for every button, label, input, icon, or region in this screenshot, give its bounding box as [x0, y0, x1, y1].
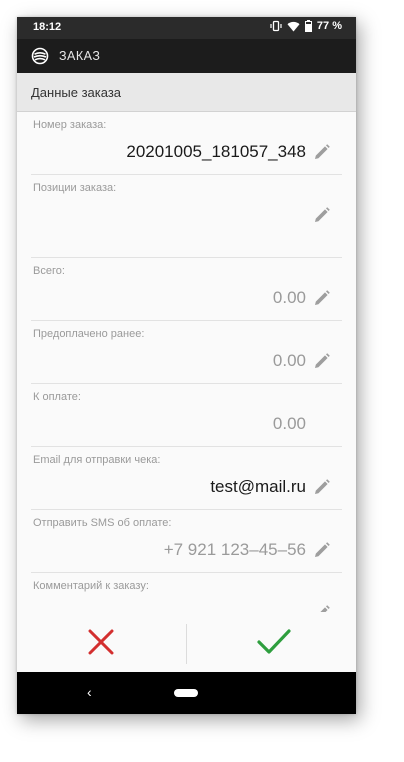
field-label: Отправить SMS об оплате: — [33, 517, 172, 529]
field-label: Всего: — [33, 265, 65, 277]
field-order-positions[interactable]: Позиции заказа: — [31, 175, 342, 258]
field-label: Позиции заказа: — [33, 182, 117, 194]
system-nav-bar: ‹ — [17, 672, 356, 714]
confirm-button[interactable] — [187, 612, 356, 672]
field-label: Комментарий к заказу: — [33, 580, 149, 592]
field-email[interactable]: Email для отправки чека: test@mail.ru — [31, 447, 342, 510]
field-prepaid[interactable]: Предоплачено ранее: 0.00 — [31, 321, 342, 384]
sberbank-logo-icon — [31, 47, 49, 70]
field-comment[interactable]: Комментарий к заказу: — [31, 573, 342, 612]
field-to-pay: К оплате: 0.00 — [31, 384, 342, 447]
field-total[interactable]: Всего: 0.00 — [31, 258, 342, 321]
status-icons: 77 % — [270, 20, 342, 32]
field-sms[interactable]: Отправить SMS об оплате: +7 921 123–45–5… — [31, 510, 342, 573]
action-bar — [17, 612, 356, 672]
close-icon — [88, 629, 114, 655]
vibrate-icon — [270, 20, 282, 32]
field-order-number[interactable]: Номер заказа: 20201005_181057_348 — [31, 112, 342, 175]
field-value: 20201005_181057_348 — [126, 142, 306, 161]
pencil-icon[interactable] — [314, 290, 330, 306]
phone-screen: 18:12 77 % ЗАКАЗ Данные заказа Номер зак… — [17, 17, 356, 714]
battery-level: 77 % — [316, 20, 342, 32]
field-label: Номер заказа: — [33, 119, 107, 131]
field-value: 0.00 — [272, 288, 306, 307]
pencil-icon[interactable] — [314, 353, 330, 369]
field-value: 0.00 — [272, 414, 306, 433]
check-icon — [257, 629, 291, 654]
pencil-icon[interactable] — [314, 542, 330, 558]
pencil-icon[interactable] — [314, 605, 330, 612]
cancel-button[interactable] — [17, 612, 186, 672]
back-icon[interactable]: ‹ — [87, 684, 92, 700]
app-bar: ЗАКАЗ — [17, 39, 356, 73]
section-header: Данные заказа — [17, 73, 356, 112]
pencil-icon[interactable] — [314, 144, 330, 160]
field-label: Email для отправки чека: — [33, 454, 161, 466]
status-bar: 18:12 77 % — [17, 17, 356, 39]
battery-icon — [304, 20, 312, 32]
section-title: Данные заказа — [31, 85, 122, 100]
pencil-icon[interactable] — [314, 479, 330, 495]
field-value: +7 921 123–45–56 — [163, 540, 306, 559]
field-label: Предоплачено ранее: — [33, 328, 145, 340]
status-time: 18:12 — [33, 21, 62, 33]
wifi-icon — [287, 21, 300, 32]
order-form: Номер заказа: 20201005_181057_348 Позици… — [17, 112, 356, 612]
field-value: test@mail.ru — [210, 477, 306, 496]
field-value: 0.00 — [272, 351, 306, 370]
field-label: К оплате: — [33, 391, 81, 403]
home-pill-icon[interactable] — [174, 689, 198, 697]
pencil-icon[interactable] — [314, 207, 330, 223]
app-title: ЗАКАЗ — [59, 49, 101, 63]
